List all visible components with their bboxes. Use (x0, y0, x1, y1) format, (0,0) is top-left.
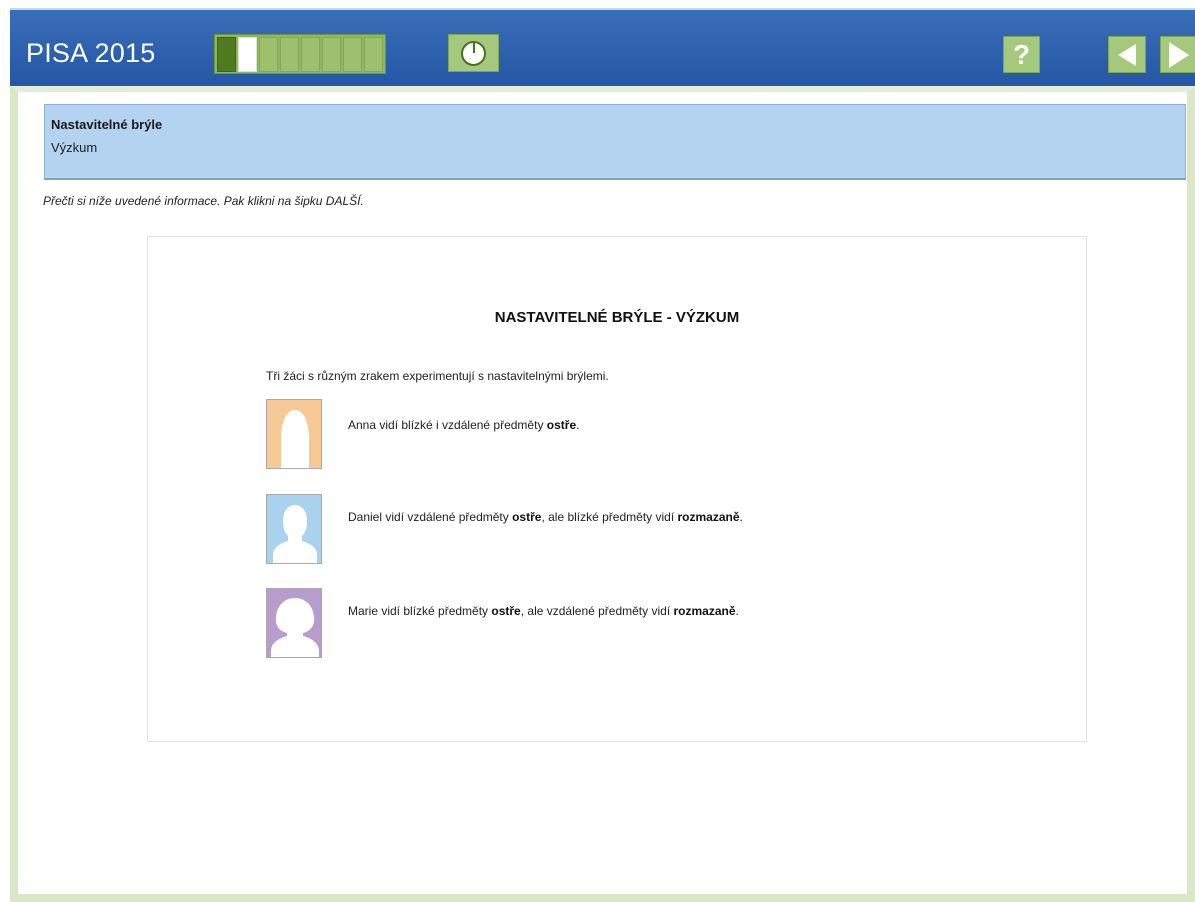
progress-segment (238, 37, 257, 72)
person-description: Anna vidí blízké i vzdálené předměty ost… (348, 418, 580, 432)
avatar (266, 588, 322, 658)
content-frame: Nastavitelné brýle Výzkum Přečti si níže… (10, 86, 1195, 902)
person-description: Daniel vidí vzdálené předměty ostře, ale… (348, 510, 743, 524)
progress-segment (301, 37, 320, 72)
arrow-right-icon (1169, 41, 1189, 68)
progress-segment (322, 37, 341, 72)
help-button[interactable]: ? (1003, 36, 1040, 73)
help-icon: ? (1012, 38, 1031, 70)
unit-title: Nastavitelné brýle (51, 117, 163, 132)
person-marie: Marie vidí blízké předměty ostře, ale vz… (266, 588, 826, 658)
progress-indicator (214, 34, 386, 74)
stimulus-panel: NASTAVITELNÉ BRÝLE - VÝZKUM Tři žáci s r… (147, 236, 1087, 742)
unit-header: Nastavitelné brýle Výzkum (44, 104, 1186, 180)
timer-icon (461, 40, 486, 66)
progress-segment (280, 37, 299, 72)
person-description: Marie vidí blízké předměty ostře, ale vz… (348, 604, 739, 618)
stimulus-title: NASTAVITELNÉ BRÝLE - VÝZKUM (494, 309, 740, 326)
avatar (266, 494, 322, 564)
progress-segment (364, 37, 383, 72)
person-anna: Anna vidí blízké i vzdálené předměty ost… (266, 399, 826, 469)
person-silhouette-icon (267, 495, 321, 563)
person-daniel: Daniel vidí vzdálené předměty ostře, ale… (266, 494, 826, 564)
unit-subtitle: Výzkum (51, 140, 98, 155)
top-bar: PISA 2015 ? (10, 8, 1195, 86)
progress-segment (217, 37, 236, 72)
previous-button[interactable] (1108, 36, 1146, 73)
arrow-left-icon (1118, 43, 1136, 66)
progress-segment (343, 37, 362, 72)
next-button[interactable] (1160, 36, 1195, 73)
progress-segment (259, 37, 278, 72)
timer-button[interactable] (448, 34, 499, 72)
avatar (266, 399, 322, 469)
person-silhouette-icon (267, 589, 321, 657)
person-silhouette-icon (267, 400, 321, 468)
app-title: PISA 2015 (26, 38, 156, 68)
stimulus-intro: Tři žáci s různým zrakem experimentují s… (266, 369, 609, 383)
instruction-text: Přečti si níže uvedené informace. Pak kl… (43, 194, 364, 208)
